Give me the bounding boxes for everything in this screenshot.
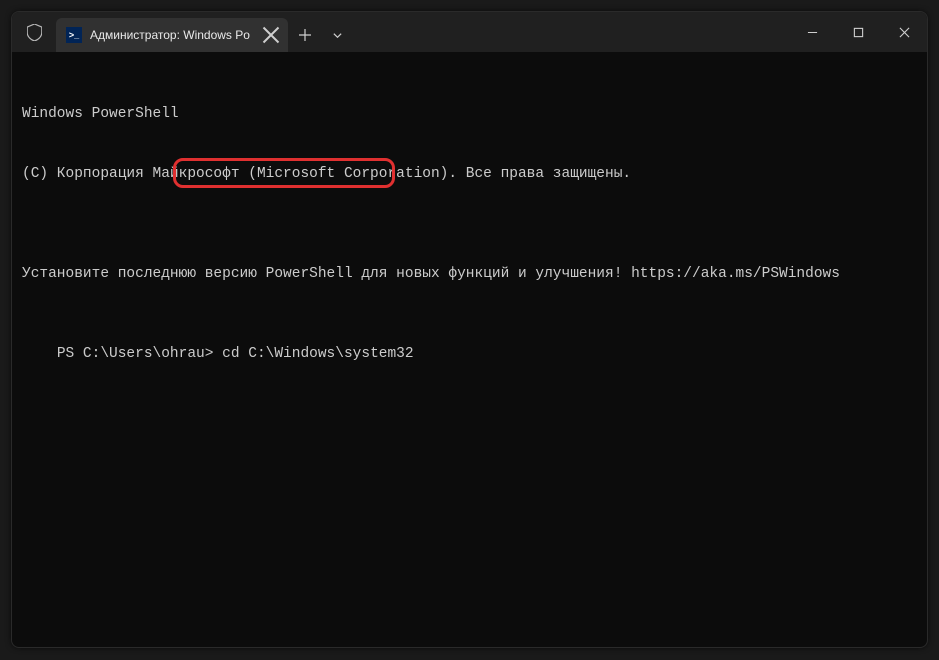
terminal-output-line: (C) Корпорация Майкрософт (Microsoft Cor…	[22, 164, 917, 184]
terminal-window: >_ Администратор: Windows Po	[11, 11, 928, 648]
prompt-text: PS C:\Users\ohrau>	[57, 346, 222, 362]
shield-icon	[27, 24, 42, 41]
close-window-button[interactable]	[881, 12, 927, 52]
close-icon	[899, 27, 910, 38]
admin-shield-area	[12, 12, 56, 52]
powershell-icon: >_	[66, 27, 82, 43]
active-tab[interactable]: >_ Администратор: Windows Po	[56, 18, 288, 52]
chevron-down-icon	[332, 30, 343, 41]
tab-close-button[interactable]	[262, 26, 280, 44]
tab-title: Администратор: Windows Po	[90, 28, 254, 42]
prompt-line: PS C:\Users\ohrau> cd C:\Windows\system3…	[57, 344, 414, 364]
maximize-button[interactable]	[835, 12, 881, 52]
new-tab-button[interactable]	[288, 18, 322, 52]
minimize-button[interactable]	[789, 12, 835, 52]
plus-icon	[299, 29, 311, 41]
terminal-body[interactable]: Windows PowerShell (C) Корпорация Майкро…	[12, 52, 927, 416]
tab-dropdown-button[interactable]	[322, 18, 352, 52]
window-controls	[789, 12, 927, 52]
minimize-icon	[807, 27, 818, 38]
maximize-icon	[853, 27, 864, 38]
terminal-output-line: Windows PowerShell	[22, 104, 917, 124]
terminal-output-line: Установите последнюю версию PowerShell д…	[22, 264, 917, 284]
titlebar[interactable]: >_ Администратор: Windows Po	[12, 12, 927, 52]
close-icon	[262, 26, 280, 44]
titlebar-drag-area[interactable]	[352, 12, 789, 52]
command-text: cd C:\Windows\system32	[222, 346, 413, 362]
